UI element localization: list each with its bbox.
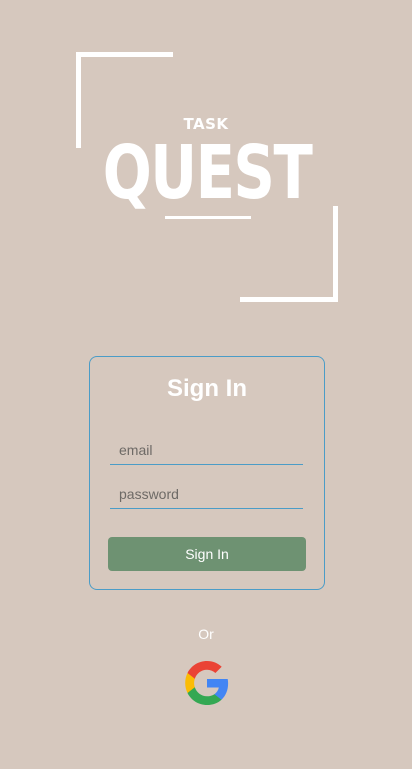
- or-separator: Or: [198, 626, 214, 642]
- signin-card: Sign In Sign In: [89, 356, 325, 590]
- logo-corner-bracket: [76, 52, 173, 57]
- email-field[interactable]: [110, 435, 303, 465]
- logo-main-text: QUEST: [102, 130, 313, 216]
- logo-corner-bracket: [333, 206, 338, 302]
- logo-corner-bracket: [240, 297, 338, 302]
- signin-title: Sign In: [167, 375, 247, 402]
- password-field[interactable]: [110, 479, 303, 509]
- signin-button[interactable]: Sign In: [108, 537, 306, 571]
- logo-underline: [165, 216, 251, 219]
- app-logo: TASK QUEST: [0, 0, 412, 310]
- google-icon: [185, 661, 229, 705]
- logo-corner-bracket: [76, 52, 81, 148]
- google-signin-button[interactable]: [183, 659, 231, 707]
- signin-screen: TASK QUEST Sign In Sign In Or: [0, 0, 412, 769]
